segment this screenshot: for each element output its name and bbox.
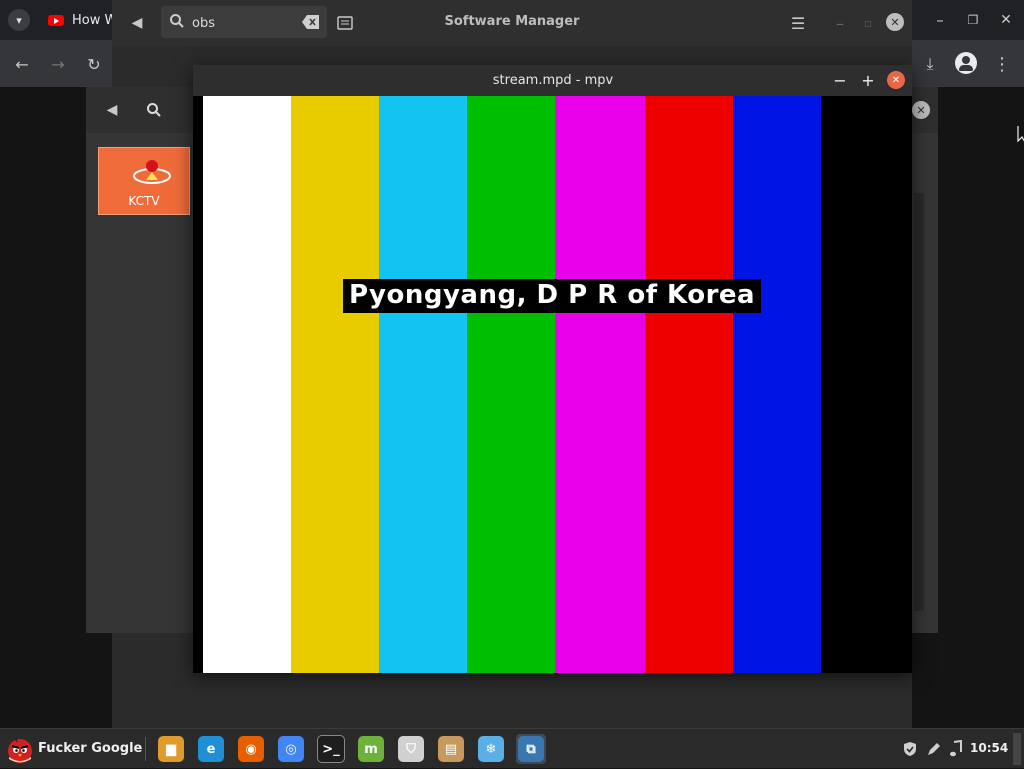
- channel-card-kctv[interactable]: KCTV: [98, 147, 190, 215]
- back-icon[interactable]: ◀: [126, 12, 148, 34]
- mpv-window: stream.mpd - mpv − + ✕ Pyongyang, D P R …: [193, 65, 912, 673]
- search-icon: [170, 14, 184, 28]
- scrollbar[interactable]: [914, 193, 924, 611]
- color-bar: [733, 96, 821, 673]
- software-manager-header: ◀ Software Manager ☰ – ▫ ✕: [112, 0, 912, 46]
- clear-search-icon[interactable]: [302, 14, 320, 30]
- chrome-icon: ◎: [278, 736, 304, 762]
- firefox-icon: ◉: [238, 736, 264, 762]
- reload-icon[interactable]: ↻: [82, 52, 106, 76]
- close-icon[interactable]: ✕: [996, 10, 1016, 30]
- search-input[interactable]: [190, 11, 302, 35]
- edge-dev-icon: e: [198, 736, 224, 762]
- music-note-icon[interactable]: [949, 740, 963, 758]
- clock[interactable]: 10:54: [970, 741, 1008, 755]
- taskbar-launcher[interactable]: ❄: [476, 734, 506, 764]
- minimize-icon[interactable]: –: [930, 10, 950, 30]
- taskbar: Fucker Google ▆ e ◉ ◎ >_ m ⛉ ▤ ❄ ⧉ 10:54: [0, 728, 1024, 768]
- taskbar-launcher[interactable]: ◎: [276, 734, 306, 764]
- youtube-icon: [48, 14, 64, 26]
- snowflake-icon: ❄: [478, 736, 504, 762]
- color-bar: [821, 96, 912, 673]
- pen-icon[interactable]: [926, 741, 942, 757]
- taskbar-launcher[interactable]: ▤: [436, 734, 466, 764]
- color-bar: [203, 96, 291, 673]
- video-caption: Pyongyang, D P R of Korea: [343, 279, 762, 313]
- mouse-cursor-icon: [1017, 126, 1024, 143]
- angry-bird-icon: [8, 737, 32, 763]
- window-title: Software Manager: [444, 14, 580, 29]
- search-box[interactable]: [161, 6, 327, 38]
- archive-icon: ▤: [438, 736, 464, 762]
- hamburger-menu-icon[interactable]: ☰: [788, 13, 808, 33]
- kctv-logo-icon: [133, 160, 171, 184]
- taskbar-launcher[interactable]: ⛉: [396, 734, 426, 764]
- restore-icon[interactable]: ❐: [963, 10, 983, 30]
- download-icon[interactable]: ⤓: [918, 52, 942, 76]
- menu-label[interactable]: Fucker Google: [38, 741, 142, 756]
- mpv-titlebar: stream.mpd - mpv − + ✕: [193, 65, 912, 96]
- files-icon: ▆: [158, 736, 184, 762]
- taskbar-launcher[interactable]: m: [356, 734, 386, 764]
- close-icon[interactable]: ✕: [886, 13, 904, 31]
- maximize-icon[interactable]: ▫: [858, 13, 878, 33]
- taskbar-launcher[interactable]: ◉: [236, 734, 266, 764]
- taskbar-separator: [145, 737, 146, 761]
- python-icon: ⧉: [518, 736, 544, 762]
- taskbar-launcher[interactable]: e: [196, 734, 226, 764]
- color-bar: [467, 96, 555, 673]
- color-bar: [379, 96, 467, 673]
- minimize-icon[interactable]: –: [830, 13, 850, 33]
- update-shield-icon[interactable]: [902, 741, 918, 757]
- color-bar: [555, 96, 645, 673]
- shield-icon: ⛉: [398, 736, 424, 762]
- kebab-menu-icon[interactable]: ⋮: [990, 52, 1014, 76]
- profile-avatar-icon[interactable]: [955, 52, 977, 74]
- close-icon[interactable]: ✕: [887, 71, 905, 89]
- minimize-icon[interactable]: −: [830, 70, 850, 90]
- terminal-icon: >_: [317, 735, 345, 763]
- taskbar-launcher[interactable]: ⧉: [516, 734, 546, 764]
- mpv-window-title: stream.mpd - mpv: [492, 73, 614, 88]
- color-bars: [203, 96, 912, 673]
- search-icon[interactable]: [146, 102, 162, 118]
- show-desktop-button[interactable]: [1013, 733, 1021, 765]
- mintinstall-icon: m: [358, 736, 384, 762]
- back-arrow-icon[interactable]: ←: [10, 52, 34, 76]
- tab-search-button[interactable]: ▾: [8, 9, 30, 31]
- installed-list-icon[interactable]: [337, 15, 353, 31]
- taskbar-launcher[interactable]: ▆: [156, 734, 186, 764]
- close-icon[interactable]: ✕: [912, 101, 930, 119]
- video-area[interactable]: Pyongyang, D P R of Korea: [203, 96, 912, 673]
- color-bar: [291, 96, 379, 673]
- browser-tab-title: How W: [72, 12, 118, 28]
- color-bar: [645, 96, 733, 673]
- maximize-icon[interactable]: +: [858, 70, 878, 90]
- taskbar-launcher[interactable]: >_: [316, 734, 346, 764]
- browser-tab[interactable]: How W: [44, 6, 118, 34]
- menu-button[interactable]: [4, 733, 36, 765]
- channel-label: KCTV: [128, 194, 160, 208]
- forward-arrow-icon[interactable]: →: [46, 52, 70, 76]
- back-icon[interactable]: ◀: [101, 99, 123, 121]
